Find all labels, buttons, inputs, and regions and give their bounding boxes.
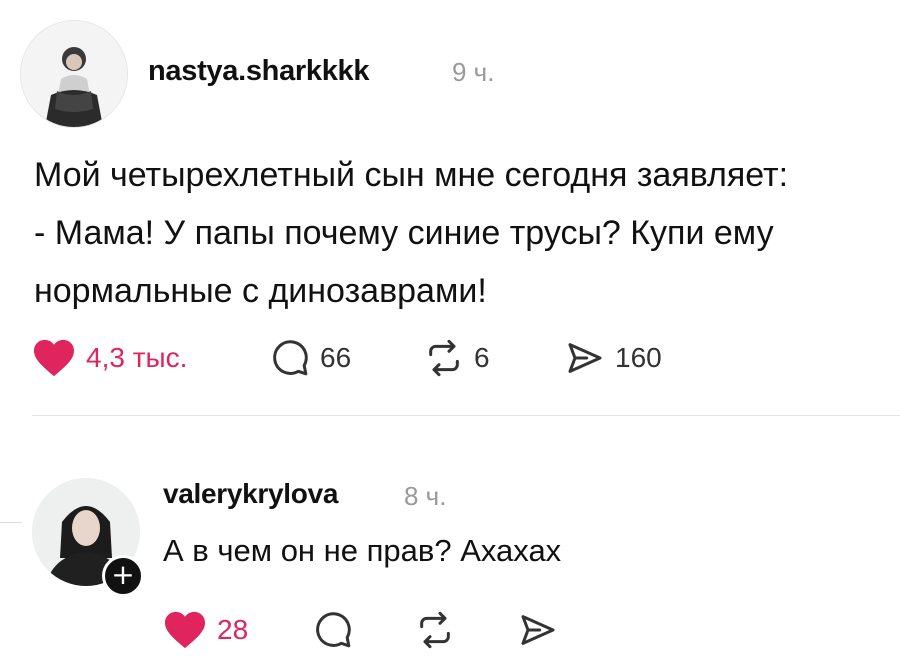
like-count: 4,3 тыс.: [86, 342, 188, 373]
reply-username[interactable]: valerykrylova: [163, 478, 338, 510]
repost-icon: [429, 339, 459, 377]
post-divider: [32, 415, 900, 416]
share-button[interactable]: 160: [565, 338, 662, 378]
repost-count: 6: [474, 342, 490, 373]
reply-share-button[interactable]: [518, 610, 558, 650]
reply-time: 8 ч.: [404, 481, 447, 511]
like-button[interactable]: 4,3 тыс.: [32, 338, 187, 378]
share-send-icon: [568, 343, 602, 373]
reply-text: А в чем он не прав? Ахахах: [163, 533, 562, 568]
post-author-avatar[interactable]: [20, 20, 128, 128]
reply-like-count: 28: [217, 614, 249, 645]
post-body: Мой четырехлетный сын мне сегодня заявля…: [34, 146, 884, 320]
heart-filled-icon: [34, 339, 74, 377]
share-count: 160: [615, 342, 662, 373]
avatar-photo: [21, 21, 127, 127]
post-username[interactable]: nastya.sharkkkk: [148, 55, 370, 88]
reply-comment-button[interactable]: [313, 610, 353, 650]
repost-button[interactable]: 6: [424, 338, 490, 378]
post-time: 9 ч.: [452, 57, 495, 87]
reply-like-button[interactable]: 28: [163, 610, 248, 650]
plus-icon: +: [111, 558, 135, 591]
comment-bubble-icon: [273, 340, 308, 376]
repost-icon: [420, 611, 450, 649]
post-text-line: нормальные с динозаврами!: [34, 272, 487, 310]
comment-count: 66: [320, 342, 352, 373]
share-send-icon: [521, 615, 555, 645]
post-text-line: - Мама! У папы почему синие трусы? Купи …: [34, 214, 774, 252]
comment-bubble-icon: [316, 612, 351, 648]
heart-filled-icon: [165, 611, 205, 649]
reply-repost-button[interactable]: [415, 610, 455, 650]
thread-line: [0, 522, 22, 523]
follow-plus-button[interactable]: +: [102, 555, 144, 597]
comment-button[interactable]: 66: [270, 338, 351, 378]
post-text-line: Мой четырехлетный сын мне сегодня заявля…: [34, 156, 789, 194]
